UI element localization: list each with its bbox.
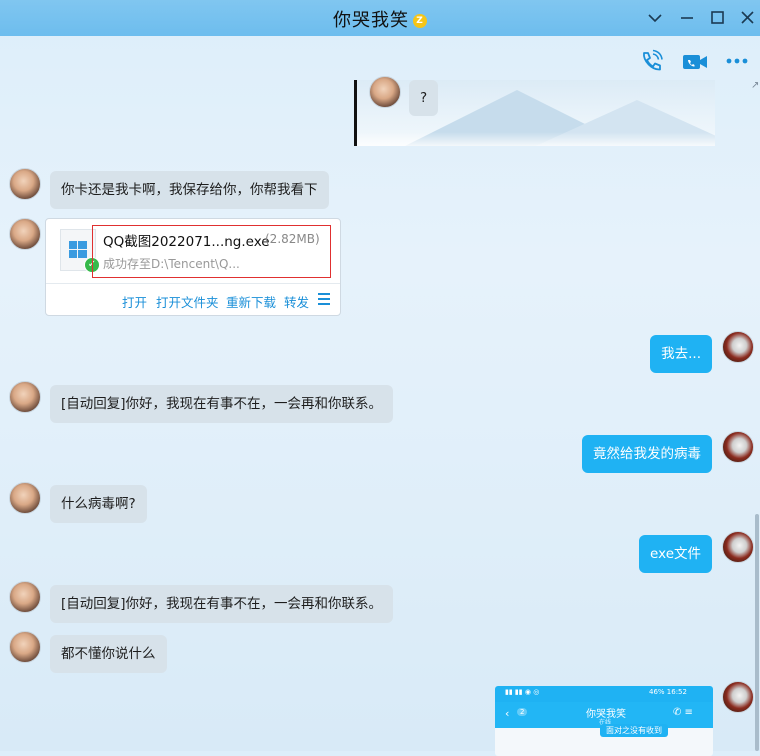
open-file-link[interactable]: 打开 [122, 292, 147, 311]
menu-icon[interactable] [318, 293, 330, 305]
phone-message-bubble: 面对之没有收到 [600, 724, 668, 737]
file-save-status: 成功存至D:\Tencent\Q... [103, 257, 240, 271]
message-bubble[interactable]: 竟然给我发的病毒 [582, 435, 712, 473]
message-bubble[interactable]: [自动回复]你好，我现在有事不在，一会再和你联系。 [50, 385, 394, 423]
scrollbar-thumb[interactable] [755, 514, 759, 751]
title-bar: 你哭我笑 Z [0, 0, 760, 36]
message-bubble[interactable]: ? [409, 80, 439, 116]
minimize-icon[interactable] [675, 6, 699, 30]
message-bubble[interactable]: 我去... [650, 335, 712, 373]
shared-screenshot-image[interactable]: ▮▮ ▮▮ ◉ ◎ 46% 16:52 ‹ 2 你哭我笑 在线 ✆ ≡ 面对之没… [495, 686, 713, 756]
forward-link[interactable]: 转发 [284, 292, 309, 311]
redownload-link[interactable]: 重新下载 [226, 292, 276, 311]
avatar[interactable] [9, 218, 41, 250]
message-bubble[interactable]: exe文件 [639, 535, 712, 573]
phone-status: 46% 16:52 [649, 688, 687, 696]
maximize-icon[interactable] [705, 6, 729, 30]
message-bubble[interactable]: [自动回复]你好，我现在有事不在，一会再和你联系。 [50, 585, 394, 623]
close-icon[interactable] [735, 6, 759, 30]
avatar[interactable] [9, 581, 41, 613]
back-icon: ‹ [505, 707, 510, 720]
avatar[interactable] [369, 76, 401, 108]
avatar[interactable] [9, 381, 41, 413]
avatar[interactable] [722, 431, 754, 463]
file-name[interactable]: QQ截图2022071...ng.exe [103, 230, 270, 250]
message-bubble[interactable]: 你卡还是我卡啊，我保存给你，你帮我看下 [50, 171, 329, 209]
chevron-down-icon[interactable] [643, 6, 667, 30]
avatar[interactable] [722, 331, 754, 363]
message-bubble[interactable]: 什么病毒啊? [50, 485, 147, 523]
open-folder-link[interactable]: 打开文件夹 [156, 292, 219, 311]
video-call-icon[interactable] [681, 48, 709, 76]
message-bubble[interactable]: 都不懂你说什么 [50, 635, 167, 673]
phone-call-icon: ✆ ≡ [673, 707, 693, 718]
phone-call-icon[interactable] [637, 48, 665, 76]
avatar[interactable] [9, 168, 41, 200]
vip-badge-icon: Z [413, 14, 427, 28]
avatar[interactable] [9, 631, 41, 663]
avatar[interactable] [722, 681, 754, 713]
avatar[interactable] [722, 531, 754, 563]
more-icon[interactable] [724, 48, 752, 76]
avatar[interactable] [9, 482, 41, 514]
file-card[interactable]: ✓ QQ截图2022071...ng.exe (2.82MB) 成功存至D:\T… [45, 218, 341, 316]
signal-icon: ▮▮ ▮▮ ◉ ◎ [505, 688, 540, 696]
file-size: (2.82MB) [265, 232, 320, 246]
